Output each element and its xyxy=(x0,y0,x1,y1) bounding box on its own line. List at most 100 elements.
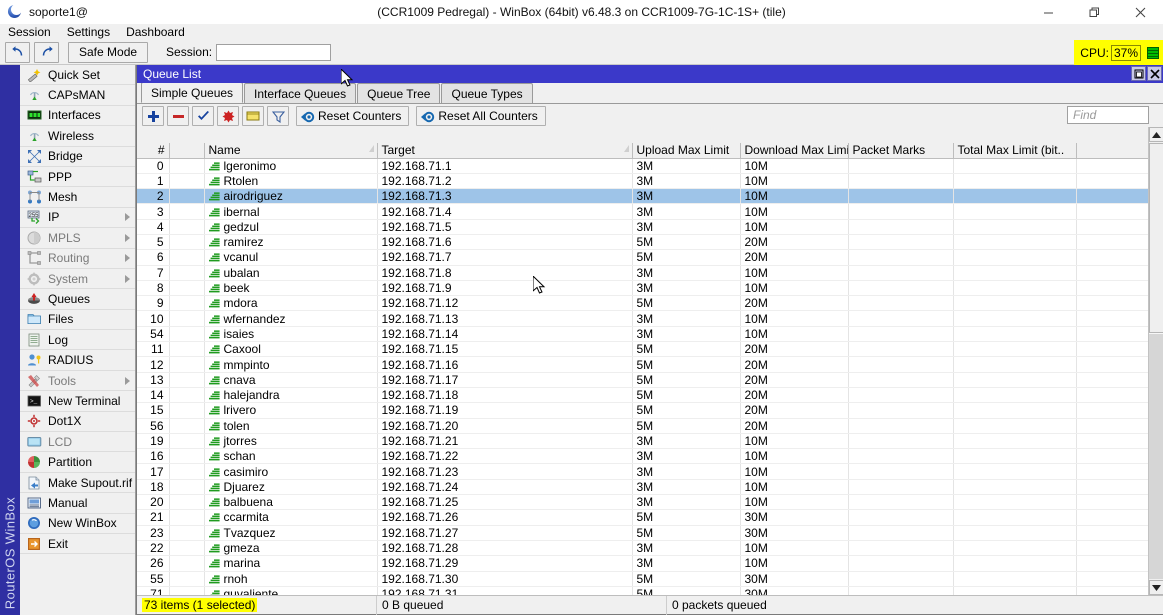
tab-queue-tree[interactable]: Queue Tree xyxy=(357,83,440,103)
scrollbar-track[interactable] xyxy=(1149,143,1163,579)
column-header-name[interactable]: Name xyxy=(204,143,377,158)
table-row[interactable]: 7ubalan192.168.71.83M10M xyxy=(137,265,1149,280)
reset-counters-button[interactable]: Reset Counters xyxy=(296,106,409,126)
table-row[interactable]: 16schan192.168.71.223M10M xyxy=(137,449,1149,464)
sidebar-item-queues[interactable]: Queues xyxy=(20,289,135,309)
chevron-right-icon xyxy=(125,254,130,262)
table-row[interactable]: 15lrivero192.168.71.195M20M xyxy=(137,403,1149,418)
table-row[interactable]: 56tolen192.168.71.205M20M xyxy=(137,418,1149,433)
column-header-total-max-limit[interactable]: Total Max Limit (bit.. xyxy=(953,143,1076,158)
minimize-icon[interactable] xyxy=(1025,0,1071,24)
sidebar-item-dot1x[interactable]: Dot1X xyxy=(20,412,135,432)
sidebar-item-routing[interactable]: Routing xyxy=(20,249,135,269)
sidebar-item-system[interactable]: System xyxy=(20,269,135,289)
sidebar-item-mpls[interactable]: MPLS xyxy=(20,228,135,248)
cell-total-max-limit xyxy=(953,265,1076,280)
table-row[interactable]: 22gmeza192.168.71.283M10M xyxy=(137,540,1149,555)
menu-settings[interactable]: Settings xyxy=(67,25,110,39)
scroll-down-button[interactable] xyxy=(1149,580,1163,595)
sidebar-item-radius[interactable]: RADIUS xyxy=(20,350,135,370)
column-header-icon[interactable] xyxy=(169,143,204,158)
safe-mode-button[interactable]: Safe Mode xyxy=(68,42,148,63)
sidebar-item-quick-set[interactable]: Quick Set xyxy=(20,65,135,85)
add-button[interactable] xyxy=(142,106,164,126)
reset-all-counters-button[interactable]: Reset All Counters xyxy=(416,106,545,126)
scrollbar-track-lower[interactable] xyxy=(1149,334,1163,579)
table-row[interactable]: 11Caxool192.168.71.155M20M xyxy=(137,342,1149,357)
sidebar-item-log[interactable]: Log xyxy=(20,330,135,350)
sidebar-item-mesh[interactable]: Mesh xyxy=(20,187,135,207)
sidebar-item-exit[interactable]: Exit xyxy=(20,534,135,554)
table-row[interactable]: 17casimiro192.168.71.233M10M xyxy=(137,464,1149,479)
table-row[interactable]: 23Tvazquez192.168.71.275M30M xyxy=(137,525,1149,540)
session-input[interactable] xyxy=(216,44,331,61)
column-header-index[interactable]: # xyxy=(137,143,169,158)
scroll-up-button[interactable] xyxy=(1149,127,1163,142)
sidebar-item-make-supout-rif[interactable]: Make Supout.rif xyxy=(20,473,135,493)
table-row[interactable]: 4gedzul192.168.71.53M10M xyxy=(137,219,1149,234)
table-row[interactable]: 3ibernal192.168.71.43M10M xyxy=(137,204,1149,219)
redo-button[interactable] xyxy=(34,42,59,63)
cell-upload-max-limit: 3M xyxy=(632,311,740,326)
cell-download-max-limit: 20M xyxy=(740,387,848,402)
column-header-download-max-limit[interactable]: Download Max Limit xyxy=(740,143,848,158)
disable-button[interactable] xyxy=(217,106,239,126)
table-row[interactable]: 10wfernandez192.168.71.133M10M xyxy=(137,311,1149,326)
close-icon[interactable] xyxy=(1147,66,1162,81)
table-row[interactable]: 2airodriguez192.168.71.33M10M xyxy=(137,189,1149,204)
table-row[interactable]: 54isaies192.168.71.143M10M xyxy=(137,326,1149,341)
sidebar-item-lcd[interactable]: LCD xyxy=(20,432,135,452)
cell-index: 15 xyxy=(137,403,169,418)
table-row[interactable]: 8beek192.168.71.93M10M xyxy=(137,280,1149,295)
sidebar-item-label: CAPsMAN xyxy=(48,88,105,102)
table-row[interactable]: 20balbuena192.168.71.253M10M xyxy=(137,495,1149,510)
sidebar-item-capsman[interactable]: CAPsMAN xyxy=(20,85,135,105)
table-row[interactable]: 21ccarmita192.168.71.265M30M xyxy=(137,510,1149,525)
sidebar-item-bridge[interactable]: Bridge xyxy=(20,147,135,167)
table-vertical-scrollbar[interactable] xyxy=(1148,127,1163,595)
sidebar-item-partition[interactable]: Partition xyxy=(20,452,135,472)
table-row[interactable]: 1Rtolen192.168.71.23M10M xyxy=(137,173,1149,188)
table-row[interactable]: 26marina192.168.71.293M10M xyxy=(137,556,1149,571)
close-icon[interactable] xyxy=(1117,0,1163,24)
filter-icon[interactable] xyxy=(267,106,289,126)
table-row[interactable]: 12mmpinto192.168.71.165M20M xyxy=(137,357,1149,372)
scrollbar-thumb[interactable] xyxy=(1149,143,1163,333)
cell-packet-marks xyxy=(848,342,953,357)
sidebar-item-ppp[interactable]: PPP xyxy=(20,167,135,187)
enable-button[interactable] xyxy=(192,106,214,126)
column-header-packet-marks[interactable]: Packet Marks xyxy=(848,143,953,158)
remove-button[interactable] xyxy=(167,106,189,126)
table-row[interactable]: 55rnoh192.168.71.305M30M xyxy=(137,571,1149,586)
sidebar-item-new-terminal[interactable]: >_New Terminal xyxy=(20,391,135,411)
table-row[interactable]: 14halejandra192.168.71.185M20M xyxy=(137,387,1149,402)
find-input[interactable]: Find xyxy=(1067,106,1149,124)
sidebar-item-wireless[interactable]: Wireless xyxy=(20,126,135,146)
column-header-upload-max-limit[interactable]: Upload Max Limit xyxy=(632,143,740,158)
table-row[interactable]: 71guvaliente192.168.71.315M30M xyxy=(137,586,1149,595)
table-row[interactable]: 13cnava192.168.71.175M20M xyxy=(137,372,1149,387)
table-row[interactable]: 9mdora192.168.71.125M20M xyxy=(137,296,1149,311)
menu-session[interactable]: Session xyxy=(8,25,51,39)
sidebar-item-files[interactable]: Files xyxy=(20,310,135,330)
sidebar-item-tools[interactable]: Tools xyxy=(20,371,135,391)
sidebar-item-ip[interactable]: 255IP xyxy=(20,208,135,228)
table-row[interactable]: 18Djuarez192.168.71.243M10M xyxy=(137,479,1149,494)
tab-queue-types[interactable]: Queue Types xyxy=(441,83,532,103)
column-header-target[interactable]: Target xyxy=(377,143,632,158)
menu-dashboard[interactable]: Dashboard xyxy=(126,25,185,39)
table-row[interactable]: 6vcanul192.168.71.75M20M xyxy=(137,250,1149,265)
comment-icon[interactable] xyxy=(242,106,264,126)
restore-icon[interactable] xyxy=(1071,0,1117,24)
queue-list-titlebar[interactable]: Queue List xyxy=(137,65,1163,83)
tab-simple-queues[interactable]: Simple Queues xyxy=(141,82,243,103)
tab-interface-queues[interactable]: Interface Queues xyxy=(244,83,356,103)
sidebar-item-new-winbox[interactable]: New WinBox xyxy=(20,514,135,534)
table-row[interactable]: 19jtorres192.168.71.213M10M xyxy=(137,433,1149,448)
undo-button[interactable] xyxy=(5,42,30,63)
table-row[interactable]: 5ramirez192.168.71.65M20M xyxy=(137,234,1149,249)
table-row[interactable]: 0lgeronimo192.168.71.13M10M xyxy=(137,158,1149,173)
sidebar-item-interfaces[interactable]: Interfaces xyxy=(20,106,135,126)
sidebar-item-manual[interactable]: Manual xyxy=(20,493,135,513)
restore-icon[interactable] xyxy=(1131,66,1146,81)
